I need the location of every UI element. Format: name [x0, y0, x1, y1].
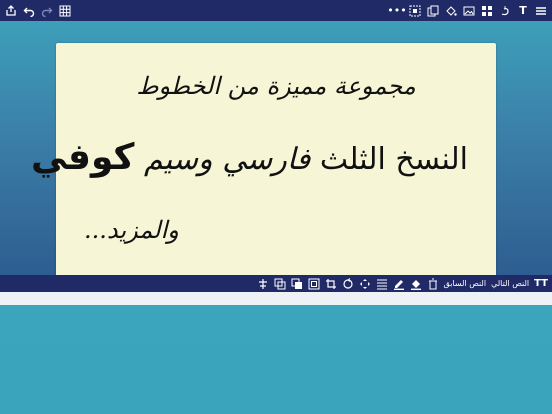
text-tool-icon[interactable]: T [516, 4, 530, 18]
card-line-3: والمزيد... [84, 216, 179, 244]
fill-bucket-icon[interactable] [444, 4, 458, 18]
rotate-icon[interactable] [342, 277, 354, 290]
lower-panel [0, 305, 552, 414]
top-toolbar-right: ••• T [386, 4, 552, 18]
font-sample-kufi: كوفي [30, 137, 135, 178]
delete-icon[interactable] [427, 277, 439, 290]
menu-icon[interactable] [534, 4, 548, 18]
select-frame-icon[interactable] [408, 4, 422, 18]
layer-front-icon[interactable] [291, 277, 303, 290]
arabic-letter-icon[interactable] [498, 4, 512, 18]
fill-color-icon[interactable] [410, 277, 422, 290]
align-center-icon[interactable] [257, 277, 269, 290]
font-sample-farsi: فارسي [222, 142, 311, 177]
shapes-icon[interactable] [480, 4, 494, 18]
canvas-area: مجموعة مميزة من الخطوط النسخ الثلث فارسي… [0, 21, 552, 291]
redo-icon[interactable] [40, 4, 54, 18]
font-sample-thuluth: الثلث [319, 142, 386, 177]
next-text-button[interactable]: النص التالي [491, 279, 529, 288]
top-toolbar-left [0, 4, 76, 18]
top-toolbar: ••• T [0, 0, 552, 21]
bottom-toolbar: النص السابق النص التالي TT [0, 275, 552, 292]
grid-icon[interactable] [58, 4, 72, 18]
card-line-1: مجموعة مميزة من الخطوط [136, 72, 416, 100]
text-card[interactable]: مجموعة مميزة من الخطوط النسخ الثلث فارسي… [31, 43, 496, 291]
move-icon[interactable] [359, 277, 371, 290]
line-spacing-icon[interactable] [376, 277, 388, 290]
previous-text-button[interactable]: النص السابق [444, 279, 487, 288]
crop-icon[interactable] [325, 277, 337, 290]
share-icon[interactable] [4, 4, 18, 18]
pen-color-icon[interactable] [393, 277, 405, 290]
duplicate-icon[interactable] [426, 4, 440, 18]
text-size-icon[interactable]: TT [534, 277, 548, 290]
font-sample-naskh: النسخ [395, 142, 468, 177]
more-icon[interactable]: ••• [387, 4, 406, 18]
card-line-2: النسخ الثلث فارسي وسيم كوفي [31, 137, 468, 178]
frame-select-icon[interactable] [308, 277, 320, 290]
font-sample-waseem: وسيم [144, 142, 213, 177]
undo-icon[interactable] [22, 4, 36, 18]
image-icon[interactable] [462, 4, 476, 18]
layer-copy-icon[interactable] [274, 277, 286, 290]
ad-strip [0, 292, 552, 305]
